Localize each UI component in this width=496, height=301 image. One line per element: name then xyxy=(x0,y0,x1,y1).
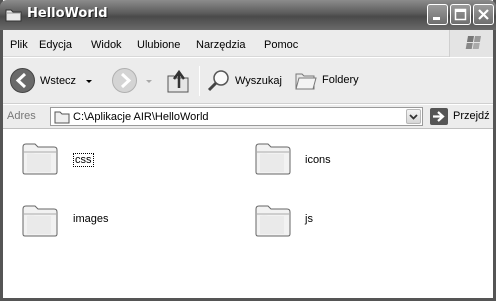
back-arrow-icon xyxy=(10,68,35,93)
toolbar: Wstecz Wyszukaj Foldery xyxy=(3,58,493,104)
folders-label: Foldery xyxy=(322,74,359,86)
go-button-label[interactable]: Przejdź xyxy=(453,110,490,122)
back-button[interactable]: Wstecz xyxy=(9,67,94,94)
address-bar: Adres C:\Aplikacje AIR\HelloWorld Przejd… xyxy=(3,105,493,129)
go-arrow-icon[interactable] xyxy=(430,108,448,125)
search-button[interactable]: Wyszukaj xyxy=(206,68,282,94)
folders-icon xyxy=(295,73,317,90)
up-folder-icon xyxy=(167,69,189,93)
menu-widok[interactable]: Widok xyxy=(91,39,122,51)
folder-label-images[interactable]: images xyxy=(73,213,108,225)
forward-arrow-icon xyxy=(112,68,137,93)
folder-icon xyxy=(22,205,58,237)
forward-button[interactable] xyxy=(111,67,154,94)
address-input[interactable]: C:\Aplikacje AIR\HelloWorld xyxy=(50,107,423,126)
folder-item-images[interactable] xyxy=(20,202,60,241)
folder-icon xyxy=(54,111,70,124)
folder-window-icon xyxy=(5,8,22,22)
close-button[interactable] xyxy=(473,4,494,25)
folder-item-icons[interactable] xyxy=(253,140,293,179)
menu-bar: Plik Edycja Widok Ulubione Narzędzia Pom… xyxy=(3,30,493,57)
menu-ulubione[interactable]: Ulubione xyxy=(137,39,180,51)
address-label: Adres xyxy=(7,110,36,122)
address-dropdown-button[interactable] xyxy=(406,109,421,124)
title-bar[interactable]: HelloWorld xyxy=(0,0,496,30)
back-label: Wstecz xyxy=(40,74,77,87)
address-value: C:\Aplikacje AIR\HelloWorld xyxy=(73,111,209,123)
menu-edycja[interactable]: Edycja xyxy=(39,39,72,51)
folder-content-pane: css icons images js xyxy=(3,130,493,298)
minimize-button[interactable] xyxy=(427,4,448,25)
search-label: Wyszukaj xyxy=(235,75,282,87)
menu-narzedzia[interactable]: Narzędzia xyxy=(196,39,246,51)
toolbar-separator xyxy=(199,66,200,96)
folder-icon xyxy=(255,205,291,237)
folder-item-css[interactable] xyxy=(20,140,60,179)
up-folder-button[interactable] xyxy=(165,66,191,94)
maximize-button[interactable] xyxy=(450,4,471,25)
menu-plik[interactable]: Plik xyxy=(10,39,28,51)
folders-button[interactable]: Foldery xyxy=(293,68,359,92)
menu-pomoc[interactable]: Pomoc xyxy=(264,39,298,51)
folder-label-icons[interactable]: icons xyxy=(305,154,331,166)
dropdown-arrow-icon[interactable] xyxy=(84,76,94,86)
search-icon xyxy=(207,70,229,92)
folder-icon xyxy=(22,143,58,175)
dropdown-arrow-icon[interactable] xyxy=(144,76,154,86)
explorer-window: HelloWorld Plik Edycja Widok Ulubione Na… xyxy=(0,0,496,301)
folder-label-js[interactable]: js xyxy=(305,213,313,225)
folder-item-js[interactable] xyxy=(253,202,293,241)
folder-label-css[interactable]: css xyxy=(73,153,94,167)
windows-logo xyxy=(449,30,493,57)
window-title: HelloWorld xyxy=(27,6,108,21)
folder-icon xyxy=(255,143,291,175)
